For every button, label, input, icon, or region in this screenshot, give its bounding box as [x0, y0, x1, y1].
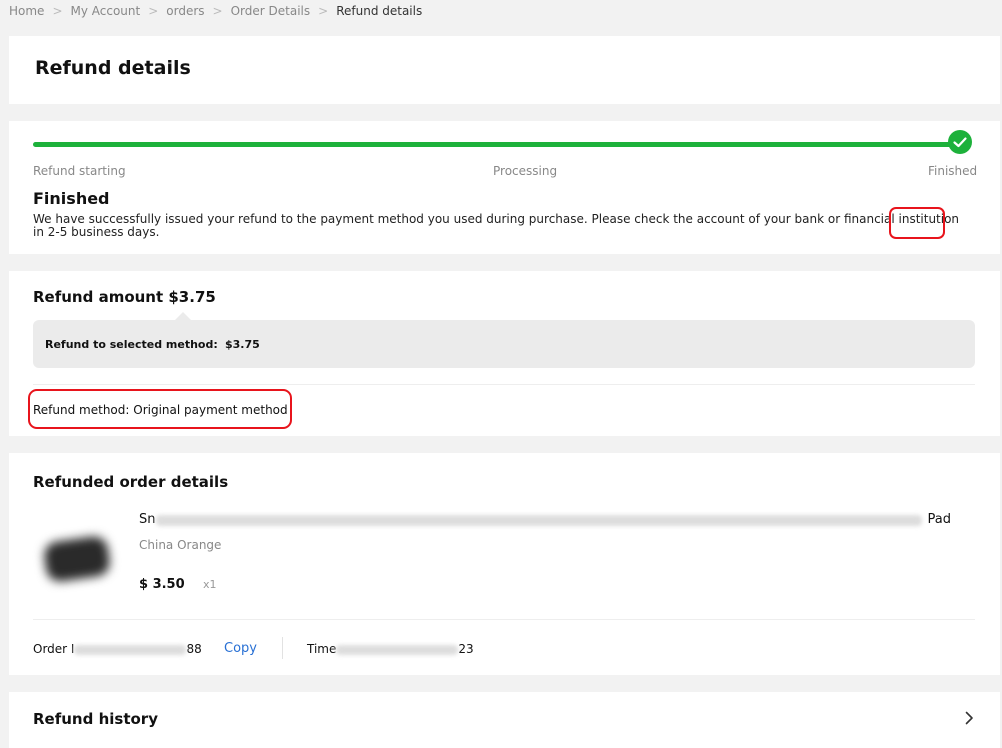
status-title: Finished — [33, 189, 110, 208]
time-suffix: 23 — [458, 642, 474, 656]
redacted-text — [156, 515, 922, 526]
refunded-order-title: Refunded order details — [33, 473, 229, 491]
breadcrumb-order-details[interactable]: Order Details — [231, 4, 311, 18]
product-name-end: Pad — [927, 512, 951, 527]
refund-history-row[interactable]: Refund history — [9, 692, 1000, 748]
order-number-suffix: 88 — [186, 642, 202, 656]
breadcrumb-home[interactable]: Home — [9, 4, 44, 18]
product-name-start: Sn — [139, 512, 156, 527]
product-variant: China Orange — [139, 538, 222, 552]
order-time: Time 23 — [307, 642, 474, 656]
selected-method-label: Refund to selected method: — [45, 338, 218, 351]
redacted-text — [74, 644, 187, 655]
vertical-divider — [282, 637, 283, 659]
redacted-text — [336, 644, 459, 655]
breadcrumb-my-account[interactable]: My Account — [71, 4, 141, 18]
breadcrumb-separator: > — [148, 4, 159, 18]
progress-track — [33, 142, 953, 147]
product-price: $ 3.50 — [139, 577, 185, 592]
refunded-order-card: Refunded order details Sn Pad China Oran… — [9, 453, 1000, 675]
refund-amount-card: Refund amount $3.75 Refund to selected m… — [9, 271, 1000, 436]
step-finished: Finished — [928, 164, 978, 178]
breadcrumb-orders[interactable]: orders — [166, 4, 204, 18]
status-description: We have successfully issued your refund … — [33, 212, 960, 239]
breadcrumb-current: Refund details — [336, 4, 423, 18]
title-card: Refund details — [9, 36, 1000, 104]
page-title: Refund details — [35, 57, 191, 79]
refund-method-box: Refund to selected method: $3.75 — [33, 312, 975, 368]
product-quantity: x1 — [203, 578, 217, 591]
step-processing: Processing — [493, 164, 558, 178]
highlight-annotation — [889, 207, 945, 239]
step-refund-starting: Refund starting — [33, 164, 126, 178]
divider — [33, 619, 975, 620]
check-icon — [948, 130, 972, 154]
product-image-blurred — [42, 534, 112, 584]
refund-progress-card: Refund starting Processing Finished Fini… — [9, 121, 1000, 254]
chevron-right-icon — [961, 710, 977, 726]
order-number: Order I 88 — [33, 642, 202, 656]
refund-amount-title: Refund amount $3.75 — [33, 288, 216, 306]
copy-order-button[interactable]: Copy — [224, 641, 257, 656]
product-name[interactable]: Sn Pad — [139, 512, 951, 528]
refund-history-title: Refund history — [33, 710, 158, 728]
divider — [33, 384, 975, 385]
order-label: Order I — [33, 642, 75, 656]
time-label: Time — [307, 642, 337, 656]
pointer-notch — [175, 312, 191, 320]
highlight-annotation — [28, 389, 292, 429]
selected-method-value: $3.75 — [225, 338, 260, 351]
breadcrumb-separator: > — [212, 4, 223, 18]
breadcrumb-separator: > — [318, 4, 329, 18]
breadcrumb: Home > My Account > orders > Order Detai… — [9, 3, 422, 19]
breadcrumb-separator: > — [52, 4, 63, 18]
product-image[interactable] — [33, 513, 121, 601]
